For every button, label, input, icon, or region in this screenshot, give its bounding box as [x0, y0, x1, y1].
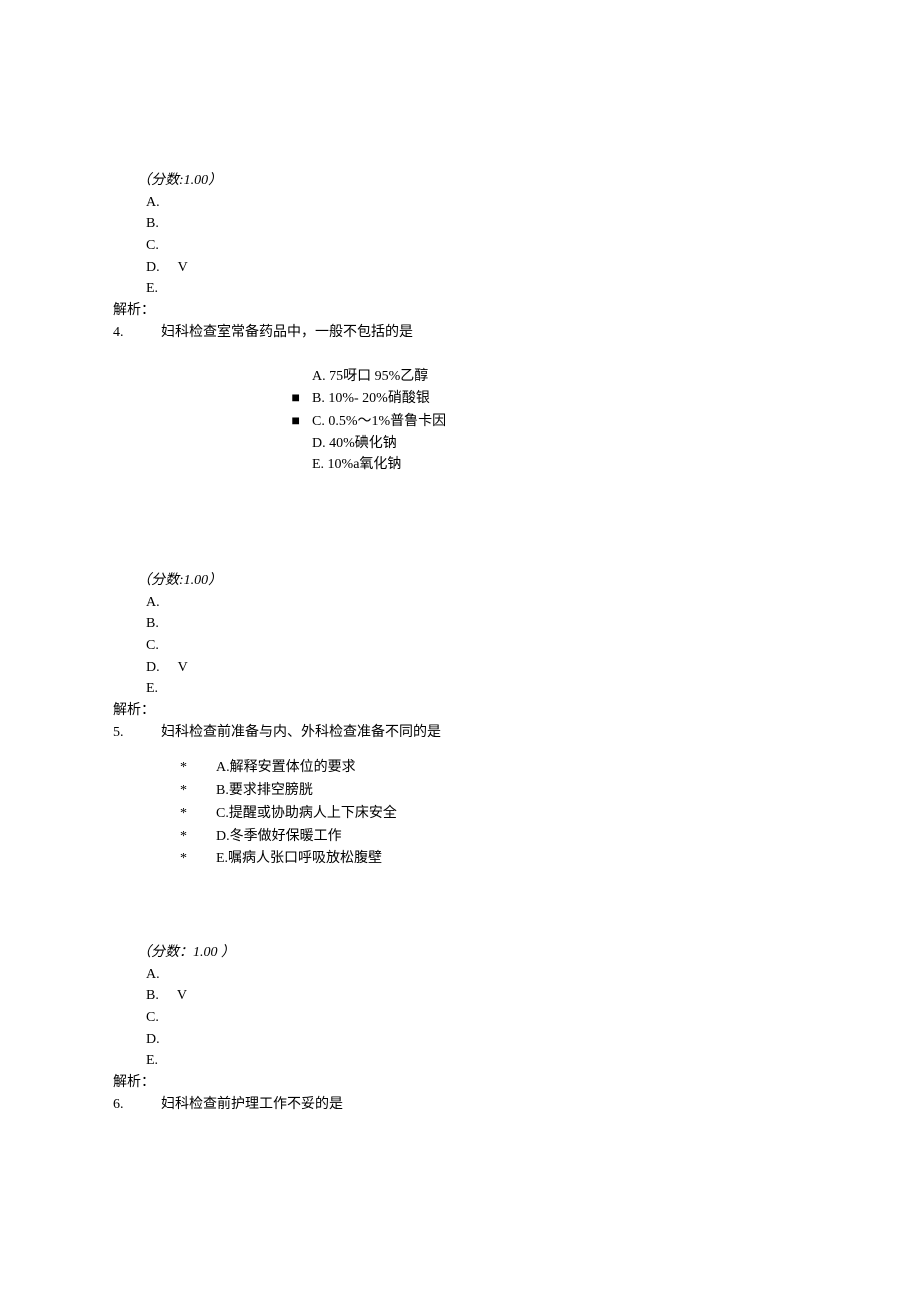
- q4-option-c: ■ C. 0.5%～1%普鲁卡因: [0, 410, 920, 433]
- q4-options: A. 75呀口 95%乙醇 ■ B. 10%- 20%硝酸银 ■ C. 0.5%…: [0, 366, 920, 476]
- option-letter: B.: [146, 988, 159, 1003]
- q5-analysis: 解析：: [113, 1072, 920, 1094]
- score-value: 1.00: [193, 945, 218, 960]
- q4-option-b: ■ B. 10%- 20%硝酸银: [0, 387, 920, 410]
- q3-score: （分数:1.00）: [137, 170, 920, 192]
- score-prefix: （分数:: [137, 573, 184, 588]
- option-letter: D.: [146, 1032, 160, 1047]
- q4-option-d: D. 40%碘化钠: [0, 433, 920, 455]
- q4-opt-c: C.: [146, 635, 920, 657]
- option-letter: C.: [146, 1010, 159, 1025]
- option-letter: B.: [146, 216, 159, 231]
- q4-option-a: A. 75呀口 95%乙醇: [0, 366, 920, 388]
- q4-analysis: 解析：: [113, 700, 920, 722]
- q5-opt-a: A.: [146, 964, 920, 986]
- bullet-icon: ■: [0, 387, 312, 409]
- q3-analysis: 解析：: [113, 300, 920, 322]
- q3-opt-a: A.: [146, 192, 920, 214]
- option-text: E. 10%a氧化钠: [312, 454, 401, 476]
- score-suffix: ）: [218, 945, 236, 960]
- option-letter: C.: [146, 238, 159, 253]
- option-letter: A.: [146, 967, 160, 982]
- q5-option-e: * E.嘱病人张口呼吸放松腹壁: [180, 848, 920, 870]
- option-letter: E.: [146, 681, 158, 696]
- option-letter: D.: [146, 660, 160, 675]
- q5-option-c: * C.提醒或协助病人上下床安全: [180, 803, 920, 825]
- bullet-icon: *: [180, 780, 216, 802]
- question-number: 6.: [113, 1094, 161, 1116]
- check-mark-icon: V: [178, 660, 188, 675]
- q5-option-b: * B.要求排空膀胱: [180, 780, 920, 802]
- q6-stem: 6.妇科检查前护理工作不妥的是: [113, 1094, 920, 1116]
- option-text: A. 75呀口 95%乙醇: [312, 366, 428, 388]
- q5-opt-e: E.: [146, 1050, 920, 1072]
- bullet-icon: ■: [0, 410, 312, 432]
- bullet-icon: *: [180, 757, 216, 779]
- option-text: B. 10%- 20%硝酸银: [312, 388, 430, 410]
- check-mark-icon: V: [177, 988, 187, 1003]
- bullet-icon: *: [180, 826, 216, 848]
- q4-opt-a: A.: [146, 592, 920, 614]
- q5-option-d: * D.冬季做好保暖工作: [180, 826, 920, 848]
- check-mark-icon: V: [178, 260, 188, 275]
- option-text: C. 0.5%～1%普鲁卡因: [312, 411, 446, 433]
- q4-opt-d: D. V: [146, 657, 920, 679]
- question-number: 5.: [113, 722, 161, 744]
- option-text: A.解释安置体位的要求: [216, 757, 356, 779]
- q5-stem: 5.妇科检查前准备与内、外科检查准备不同的是: [113, 722, 920, 744]
- bullet-icon: *: [180, 848, 216, 870]
- score-suffix: ）: [208, 173, 222, 188]
- score-suffix: ）: [208, 573, 222, 588]
- option-letter: E.: [146, 1053, 158, 1068]
- score-prefix: （分数:: [137, 173, 184, 188]
- bullet-icon: *: [180, 803, 216, 825]
- option-letter: A.: [146, 195, 160, 210]
- q4-option-e: E. 10%a氧化钠: [0, 454, 920, 476]
- option-letter: D.: [146, 260, 160, 275]
- score-prefix: （分数：: [137, 945, 193, 960]
- option-text: D.冬季做好保暖工作: [216, 826, 342, 848]
- option-text: E.嘱病人张口呼吸放松腹壁: [216, 848, 382, 870]
- option-text: C.提醒或协助病人上下床安全: [216, 803, 397, 825]
- q5-opt-d: D.: [146, 1029, 920, 1051]
- option-letter: C.: [146, 638, 159, 653]
- q3-opt-e: E.: [146, 278, 920, 300]
- option-letter: B.: [146, 616, 159, 631]
- score-value: 1.00: [184, 173, 209, 188]
- q5-opt-c: C.: [146, 1007, 920, 1029]
- option-text: B.要求排空膀胱: [216, 780, 313, 802]
- q5-option-a: * A.解释安置体位的要求: [180, 757, 920, 779]
- q4-score: （分数:1.00）: [137, 570, 920, 592]
- option-letter: E.: [146, 281, 158, 296]
- q3-opt-c: C.: [146, 235, 920, 257]
- q4-opt-e: E.: [146, 678, 920, 700]
- question-text: 妇科检查前护理工作不妥的是: [161, 1097, 343, 1112]
- q5-opt-b: B. V: [146, 985, 920, 1007]
- question-number: 4.: [113, 322, 161, 344]
- q5-options: * A.解释安置体位的要求 * B.要求排空膀胱 * C.提醒或协助病人上下床安…: [180, 757, 920, 869]
- q3-opt-b: B.: [146, 213, 920, 235]
- q4-stem: 4.妇科检查室常备药品中，一般不包括的是: [113, 322, 920, 344]
- option-letter: A.: [146, 595, 160, 610]
- score-value: 1.00: [184, 573, 209, 588]
- q5-score: （分数：1.00 ）: [137, 942, 920, 964]
- option-text: D. 40%碘化钠: [312, 433, 397, 455]
- q3-opt-d: D. V: [146, 257, 920, 279]
- q4-opt-b: B.: [146, 613, 920, 635]
- question-text: 妇科检查室常备药品中，一般不包括的是: [161, 325, 413, 340]
- question-text: 妇科检查前准备与内、外科检查准备不同的是: [161, 725, 441, 740]
